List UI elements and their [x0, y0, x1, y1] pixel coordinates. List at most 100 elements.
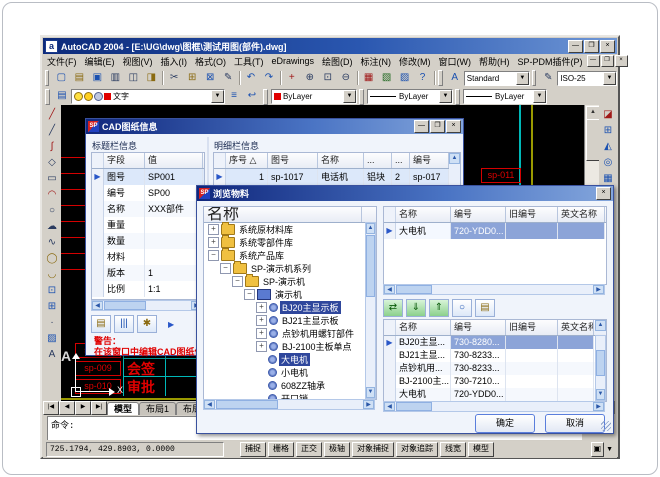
polyline-icon[interactable]: ∫ [44, 139, 61, 155]
status-menu-chevron-icon[interactable]: ▼ [606, 446, 613, 453]
tree-item[interactable]: +系统原材料库 [204, 223, 376, 236]
tree-item[interactable]: 大电机 [204, 353, 376, 366]
column-header[interactable]: 英文名称 [558, 207, 605, 222]
tree-item[interactable]: 小电机 [204, 366, 376, 379]
menu-edit[interactable]: 编辑(E) [81, 55, 119, 68]
menu-file[interactable]: 文件(F) [43, 55, 81, 68]
column-header[interactable]: 名称 [396, 207, 451, 222]
expand-plus-icon[interactable]: + [256, 302, 267, 313]
material-tree[interactable]: 名称 +系统原材料库 +系统零部件库 −系统产品库 −SP-演示机系列 −SP-… [203, 206, 377, 400]
titleblock-grid[interactable]: 字段 值 ▶ 图号 SP001 编号 SP00 名称 XXX部件 重量 数量 [91, 152, 205, 300]
toolbar-grip[interactable] [359, 89, 364, 105]
line-icon[interactable]: ╱ [44, 107, 61, 123]
column-header[interactable]: 英文名称 [558, 320, 594, 335]
expand-plus-icon[interactable]: + [208, 224, 219, 235]
title-bar[interactable]: a AutoCAD 2004 - [E:\UG\dwg\图框\测试用图(部件).… [43, 38, 617, 54]
offset-icon[interactable]: ◎ [600, 155, 617, 171]
table-row[interactable]: ▶ BJ20主显... 730-8280... [384, 336, 606, 349]
scroll-up-icon[interactable]: ▲ [449, 153, 460, 164]
ortho-toggle[interactable]: 正交 [296, 442, 322, 457]
rectangle-icon[interactable]: ▭ [44, 171, 61, 187]
erase-icon[interactable]: ◪ [600, 107, 617, 123]
scroll-up-icon[interactable]: ▲ [366, 223, 375, 234]
table-row[interactable]: 名称 XXX部件 [92, 201, 204, 217]
chevron-down-icon[interactable]: ▼ [211, 90, 224, 103]
bom-grid[interactable]: 名称 编号 旧编号 英文名称 ▲ ▶ BJ20主显... 730-8280...… [383, 319, 607, 402]
scroll-down-icon[interactable]: ▼ [596, 389, 605, 400]
toolbar-grip[interactable] [532, 70, 536, 86]
tree-vscrollbar[interactable]: ▲ ▼ [365, 222, 376, 399]
table-row[interactable]: ▶ 1 sp-1017 电话机 铝块 2 sp-017 [214, 169, 460, 185]
menu-window[interactable]: 窗口(W) [435, 55, 476, 68]
layer-previous-icon[interactable]: ↩ [243, 88, 261, 105]
column-header[interactable]: 编号 [410, 153, 449, 168]
scroll-up-icon[interactable]: ▲ [586, 106, 600, 120]
minimize-icon[interactable]: — [568, 40, 583, 53]
publish-icon[interactable]: ◨ [142, 70, 160, 87]
polar-toggle[interactable]: 极轴 [324, 442, 350, 457]
tree-item[interactable]: −演示机 [204, 288, 376, 301]
column-header[interactable]: 编号 [451, 320, 506, 335]
save-file-icon[interactable]: ▣ [88, 70, 106, 87]
menu-help[interactable]: 帮助(H) [475, 55, 514, 68]
open-file-icon[interactable]: ▤ [70, 70, 88, 87]
color-combo[interactable]: ByLayer ▼ [271, 89, 357, 104]
osnap-toggle[interactable]: 对象捕捉 [352, 442, 394, 457]
layer-combo[interactable]: 文字 ▼ [71, 89, 225, 104]
expand-minus-icon[interactable]: − [220, 263, 231, 274]
chevron-down-icon[interactable]: ▼ [439, 90, 452, 103]
dialog-close-icon[interactable]: × [596, 187, 611, 200]
tab-prev-icon[interactable]: ◀ [59, 401, 75, 415]
expand-minus-icon[interactable]: − [208, 250, 219, 261]
model-toggle[interactable]: 模型 [468, 442, 494, 457]
expand-minus-icon[interactable]: − [244, 289, 255, 300]
tab-first-icon[interactable]: |◀ [43, 401, 59, 415]
lineweight-toggle[interactable]: 线宽 [440, 442, 466, 457]
mirror-icon[interactable]: ◭ [600, 139, 617, 155]
expand-minus-icon[interactable]: − [232, 276, 243, 287]
dialog-maximize-icon[interactable]: ❐ [430, 120, 445, 133]
mdi-minimize-icon[interactable]: — [587, 55, 600, 67]
column-header[interactable]: 名称 [396, 320, 451, 335]
column-header[interactable]: 旧编号 [506, 320, 558, 335]
scroll-left-icon[interactable]: ◀ [384, 285, 395, 294]
paste-clip-icon[interactable]: ⊠ [201, 70, 219, 87]
ellipse-arc-icon[interactable]: ◡ [44, 267, 61, 283]
expand-plus-icon[interactable]: + [256, 328, 267, 339]
tab-next-icon[interactable]: ▶ [75, 401, 91, 415]
menu-dimension[interactable]: 标注(N) [357, 55, 396, 68]
menu-tools[interactable]: 工具(T) [230, 55, 268, 68]
otrack-toggle[interactable]: 对象追踪 [396, 442, 438, 457]
toolbar-grip[interactable] [438, 70, 442, 86]
scroll-right-icon[interactable]: ▶ [363, 400, 374, 409]
chevron-down-icon[interactable]: ▼ [533, 90, 546, 103]
menu-view[interactable]: 视图(V) [119, 55, 157, 68]
scroll-right-icon[interactable]: ▶ [593, 285, 604, 294]
selected-material-grid[interactable]: 名称 编号 旧编号 英文名称 ▶ 大电机 720-YDD0... [383, 206, 607, 285]
zoom-window-icon[interactable]: ⊡ [319, 70, 337, 87]
construction-line-icon[interactable]: ╱ [44, 123, 61, 139]
revision-cloud-icon[interactable]: ☁ [44, 219, 61, 235]
column-header[interactable]: 图号 [268, 153, 318, 168]
circle-icon[interactable]: ○ [44, 203, 61, 219]
help-icon[interactable]: ? [414, 70, 432, 87]
table-row[interactable]: BJ21主显... 730-8233... [384, 349, 606, 362]
tree-column-header[interactable]: 名称 [204, 207, 362, 222]
dialog-close-icon[interactable]: × [446, 120, 461, 133]
table-row[interactable]: 点钞机用... 730-8233... [384, 362, 606, 375]
ok-button[interactable]: 确定 [475, 414, 535, 433]
tool-palettes-icon[interactable]: ▧ [378, 70, 396, 87]
scroll-left-icon[interactable]: ◀ [204, 400, 215, 409]
scroll-right-icon[interactable]: ▶ [593, 402, 604, 411]
ellipse-icon[interactable]: ◯ [44, 251, 61, 267]
dim-style-combo[interactable]: ISO-25▼ [557, 71, 617, 86]
mdi-restore-icon[interactable]: ❐ [601, 55, 614, 67]
menu-draw[interactable]: 绘图(D) [318, 55, 357, 68]
new-file-icon[interactable]: ▢ [52, 70, 70, 87]
edit-record-icon[interactable]: ▤ [91, 315, 111, 333]
tree-item[interactable]: +BJ-2100主板单点 [204, 340, 376, 353]
lineweight-combo[interactable]: ByLayer ▼ [463, 89, 547, 104]
tree-item[interactable]: 608ZZ轴承 [204, 379, 376, 392]
scroll-up-icon[interactable]: ▲ [595, 320, 606, 331]
restore-icon[interactable]: ❐ [584, 40, 599, 53]
